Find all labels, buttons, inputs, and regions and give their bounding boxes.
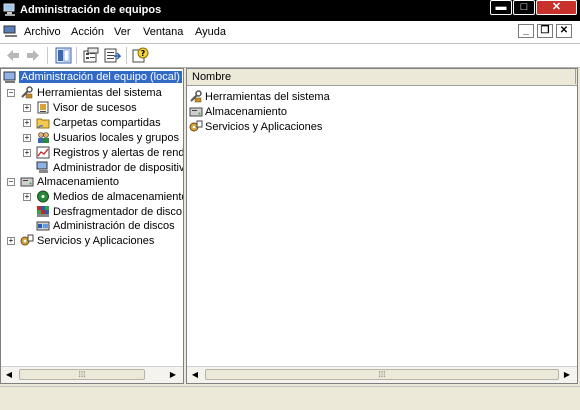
- mdi-controls: _ ❐ ✕: [518, 24, 574, 40]
- list-item-label: Almacenamiento: [205, 106, 287, 118]
- export-list-icon[interactable]: [104, 47, 121, 64]
- list-horizontal-scrollbar[interactable]: ◀ ⁞⁞⁞ ▶: [187, 366, 577, 383]
- scroll-right-arrow-icon[interactable]: ▶: [559, 367, 575, 383]
- mdi-minimize-button[interactable]: _: [518, 24, 534, 38]
- mdi-close-button[interactable]: ✕: [556, 24, 572, 38]
- expand-toggle[interactable]: +: [23, 149, 31, 157]
- menu-ventana[interactable]: Ventana: [143, 26, 183, 38]
- scroll-thumb[interactable]: ⁞⁞⁞: [205, 369, 559, 380]
- services-icon: [20, 234, 34, 246]
- removable-storage-icon: [37, 190, 49, 203]
- users-icon: [38, 132, 49, 143]
- properties-icon[interactable]: [82, 47, 99, 64]
- list-item[interactable]: Servicios y Aplicaciones: [189, 120, 389, 134]
- toolbar-separator: [126, 47, 127, 64]
- expand-toggle[interactable]: +: [23, 134, 31, 142]
- tree-item-label: Visor de sucesos: [53, 102, 137, 114]
- event-viewer-icon: [37, 101, 49, 114]
- tree-item-label: Desfragmentador de disco: [53, 206, 183, 218]
- computer-management-window: Administración de equipos ▬ □ ✕ Archivo …: [0, 0, 580, 410]
- status-bar: [0, 386, 580, 410]
- list-header: Nombre: [187, 69, 577, 86]
- back-arrow-icon[interactable]: [4, 47, 21, 64]
- storage-icon: [189, 107, 203, 117]
- menu-ayuda[interactable]: Ayuda: [195, 26, 226, 38]
- minimize-icon: ▬: [495, 1, 507, 13]
- scroll-thumb[interactable]: ⁞⁞⁞: [19, 369, 145, 380]
- mdi-restore-button[interactable]: ❐: [537, 24, 553, 38]
- console-tree-pane[interactable]: Administración del equipo (local) − Herr…: [0, 68, 184, 384]
- details-pane[interactable]: Nombre Herramientas del sistema Almacena…: [186, 68, 578, 384]
- computer-management-icon: [3, 3, 15, 16]
- menu-accion[interactable]: Acción: [71, 26, 104, 38]
- storage-icon: [20, 177, 34, 187]
- defrag-icon: [37, 206, 49, 217]
- minimize-button[interactable]: ▬: [490, 0, 512, 15]
- tree-item-label: Administración de discos: [53, 220, 175, 232]
- column-header-label: Nombre: [192, 71, 232, 83]
- help-icon[interactable]: ?: [132, 47, 149, 64]
- tree-item-label: Carpetas compartidas: [53, 117, 161, 129]
- tools-icon: [190, 90, 202, 103]
- disk-management-icon: [36, 221, 50, 231]
- computer-icon: [3, 71, 16, 83]
- list-item-label: Herramientas del sistema: [205, 91, 330, 103]
- expand-toggle[interactable]: +: [23, 193, 31, 201]
- expand-toggle[interactable]: +: [7, 237, 15, 245]
- shared-folder-icon: [36, 118, 50, 129]
- device-manager-icon: [36, 161, 48, 173]
- window-title: Administración de equipos: [20, 4, 162, 16]
- toolbar-separator: [47, 47, 48, 64]
- list-item-label: Servicios y Aplicaciones: [205, 121, 323, 133]
- show-hide-tree-icon[interactable]: [55, 47, 72, 64]
- tree-horizontal-scrollbar[interactable]: ◀ ⁞⁞⁞ ▶: [1, 366, 183, 383]
- expand-toggle[interactable]: +: [23, 104, 31, 112]
- tree-root-label: Administración del equipo (local): [19, 71, 182, 83]
- menu-archivo[interactable]: Archivo: [24, 26, 61, 38]
- tools-icon: [21, 86, 33, 99]
- toolbar: ?: [0, 44, 580, 68]
- scroll-left-arrow-icon[interactable]: ◀: [187, 367, 203, 383]
- tree-item-label: Medios de almacenamiento e: [53, 191, 184, 203]
- scroll-right-arrow-icon[interactable]: ▶: [165, 367, 181, 383]
- scroll-left-arrow-icon[interactable]: ◀: [1, 367, 17, 383]
- menu-ver[interactable]: Ver: [114, 26, 131, 38]
- maximize-icon: □: [520, 1, 528, 13]
- toolbar-separator: [76, 47, 77, 64]
- svg-text:?: ?: [141, 49, 146, 58]
- tree-item-label: Registros y alertas de rendim: [53, 147, 184, 159]
- close-icon: ✕: [551, 1, 562, 13]
- expand-toggle[interactable]: +: [23, 119, 31, 127]
- tree-item-label: Servicios y Aplicaciones: [37, 235, 155, 247]
- computer-management-icon[interactable]: [3, 25, 18, 38]
- collapse-toggle[interactable]: −: [7, 178, 15, 186]
- performance-icon: [36, 146, 50, 159]
- collapse-toggle[interactable]: −: [7, 89, 15, 97]
- title-bar[interactable]: Administración de equipos ▬ □ ✕: [0, 0, 580, 21]
- services-icon: [189, 120, 203, 132]
- list-item[interactable]: Almacenamiento: [189, 105, 389, 119]
- tree-item-label: Usuarios locales y grupos: [53, 132, 179, 144]
- close-button[interactable]: ✕: [536, 0, 577, 15]
- list-item[interactable]: Herramientas del sistema: [189, 90, 389, 104]
- menu-bar: Archivo Acción Ver Ventana Ayuda _ ❐ ✕: [0, 21, 580, 44]
- tree-item-label: Administrador de dispositivos: [53, 162, 184, 174]
- forward-arrow-icon[interactable]: [25, 47, 42, 64]
- tree-item-label: Herramientas del sistema: [37, 87, 162, 99]
- column-header-nombre[interactable]: Nombre: [187, 69, 576, 84]
- tree-item-label: Almacenamiento: [37, 176, 119, 188]
- maximize-button[interactable]: □: [513, 0, 535, 15]
